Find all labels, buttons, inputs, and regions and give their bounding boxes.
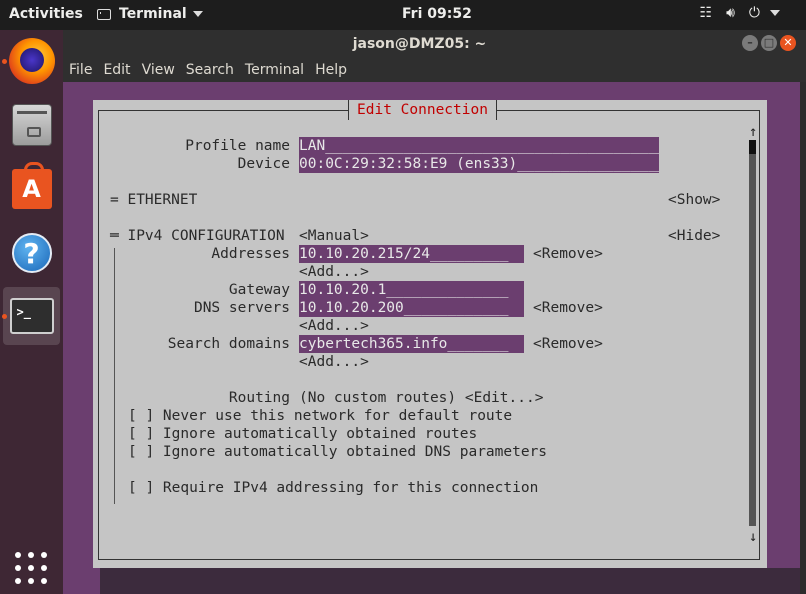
addresses-input[interactable]: 10.10.20.215/24_________ (299, 245, 524, 263)
help-icon: ? (11, 233, 52, 273)
ipv4-mode-select[interactable]: <Manual> (299, 227, 369, 245)
require-ipv4-checkbox[interactable]: [ ] Require IPv4 addressing for this con… (128, 479, 538, 497)
menu-help[interactable]: Help (315, 62, 347, 78)
top-bar: Activities Terminal Fri 09:52 ☷ 🔊︎ ⏻ (0, 0, 806, 30)
dock-item-software[interactable]: A (3, 160, 60, 218)
addresses-label: Addresses (211, 246, 290, 262)
search-remove-button[interactable]: <Remove> (533, 335, 603, 353)
dns-servers-input[interactable]: 10.10.20.200____________ (299, 299, 524, 317)
scroll-thumb[interactable] (749, 140, 756, 154)
dns-remove-button[interactable]: <Remove> (533, 299, 603, 317)
ethernet-show-button[interactable]: <Show> (668, 191, 720, 209)
dns-servers-label: DNS servers (193, 300, 290, 316)
dock-item-files[interactable] (3, 96, 60, 154)
firefox-icon (8, 38, 55, 84)
menu-terminal[interactable]: Terminal (245, 62, 304, 78)
dock-item-firefox[interactable] (2, 32, 60, 90)
addresses-add-button[interactable]: <Add...> (299, 263, 369, 281)
dock-item-terminal[interactable]: >_ (2, 287, 60, 345)
menu-file[interactable]: File (69, 62, 92, 78)
chevron-down-icon (192, 11, 203, 17)
system-tray[interactable]: ☷ 🔊︎ ⏻ (700, 5, 780, 21)
gateway-input[interactable]: 10.10.20.1______________ (299, 281, 524, 299)
ethernet-section: = ETHERNET (110, 192, 198, 208)
routing-edit-button[interactable]: (No custom routes) <Edit...> (299, 389, 543, 407)
scrollbar[interactable]: ↑ ↓ (747, 124, 759, 550)
terminal-icon: >_ (9, 298, 54, 334)
search-domains-label: Search domains (167, 336, 290, 352)
window-titlebar[interactable]: jason@DMZ05: ~ – □ ✕ (63, 30, 806, 58)
search-add-button[interactable]: <Add...> (299, 353, 369, 371)
profile-name-input[interactable]: LAN_____________________________________… (299, 137, 659, 155)
device-input[interactable]: 00:0C:29:32:58:E9 (ens33)_______________… (299, 155, 659, 173)
close-button[interactable]: ✕ (780, 35, 796, 51)
addresses-remove-button[interactable]: <Remove> (533, 245, 603, 263)
routing-label: Routing (228, 390, 290, 406)
gateway-label: Gateway (228, 282, 290, 298)
ipv4-section: ═ IPv4 CONFIGURATION (110, 228, 285, 244)
maximize-button[interactable]: □ (761, 35, 777, 51)
scroll-down-icon: ↓ (749, 529, 758, 545)
ipv4-hide-button[interactable]: <Hide> (668, 227, 720, 245)
menu-edit[interactable]: Edit (103, 62, 130, 78)
search-domains-input[interactable]: cybertech365.info_______ (299, 335, 524, 353)
dock-item-help[interactable]: ? (3, 224, 60, 282)
network-icon: ☷ (699, 5, 713, 21)
ignore-dns-checkbox[interactable]: [ ] Ignore automatically obtained DNS pa… (128, 443, 547, 461)
scroll-up-icon: ↑ (749, 124, 758, 140)
menu-bar: File Edit View Search Terminal Help (63, 58, 806, 82)
minimize-button[interactable]: – (742, 35, 758, 51)
menu-view[interactable]: View (142, 62, 175, 78)
activities-button[interactable]: Activities (9, 6, 83, 22)
running-indicator (2, 59, 7, 64)
terminal-icon (97, 8, 111, 20)
power-icon: ⏻ (748, 5, 760, 21)
dns-add-button[interactable]: <Add...> (299, 317, 369, 335)
ignore-routes-checkbox[interactable]: [ ] Ignore automatically obtained routes (128, 425, 477, 443)
app-menu-label: Terminal (119, 6, 187, 22)
app-menu[interactable]: Terminal (97, 6, 203, 22)
clock[interactable]: Fri 09:52 (402, 6, 472, 22)
window-title: jason@DMZ05: ~ (352, 36, 487, 52)
software-icon: A (11, 162, 52, 209)
files-icon (11, 104, 52, 146)
profile-name-label: Profile name (185, 138, 290, 154)
chevron-down-icon (770, 10, 780, 16)
volume-icon: 🔊︎ (726, 5, 735, 21)
show-applications-button[interactable] (15, 552, 47, 584)
running-indicator (2, 314, 7, 319)
dock: A ? >_ (0, 30, 63, 594)
device-label: Device (237, 156, 290, 172)
never-default-checkbox[interactable]: [ ] Never use this network for default r… (128, 407, 512, 425)
menu-search[interactable]: Search (186, 62, 234, 78)
dialog-title: Edit Connection (348, 100, 497, 120)
